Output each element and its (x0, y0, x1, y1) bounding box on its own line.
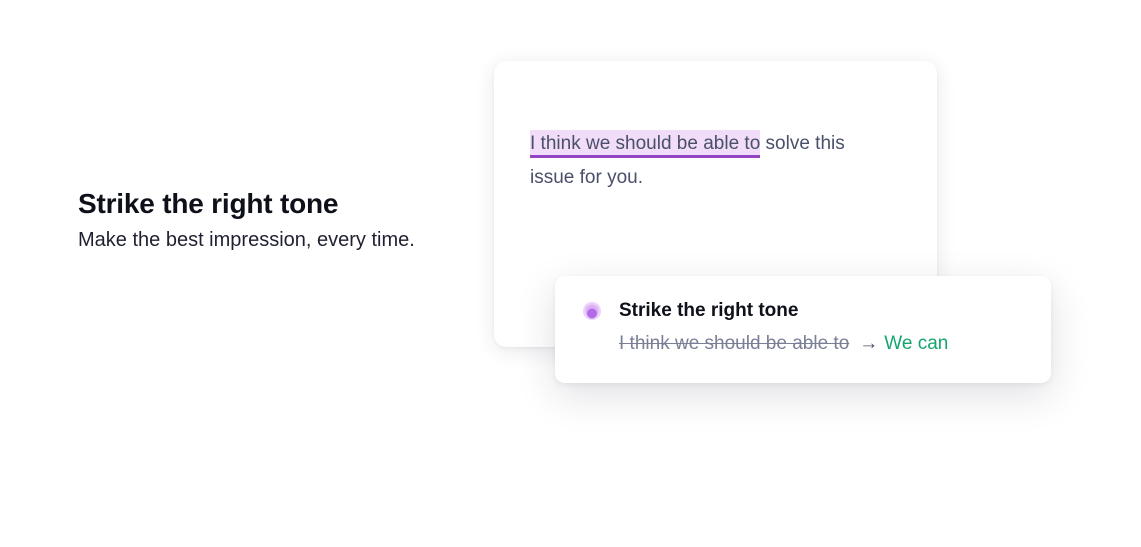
tone-icon (582, 301, 602, 321)
feature-intro: Strike the right tone Make the best impr… (78, 186, 418, 256)
feature-heading: Strike the right tone (78, 188, 339, 219)
suggestion-card[interactable]: Strike the right tone I think we should … (555, 276, 1051, 383)
feature-description: Make the best impression, every time. (78, 229, 415, 251)
editor-text[interactable]: I think we should be able to solve this … (530, 127, 890, 195)
suggestion-title: Strike the right tone (619, 300, 799, 321)
replacement-phrase[interactable]: We can (884, 333, 948, 354)
highlighted-phrase[interactable]: I think we should be able to (530, 130, 761, 158)
page: Strike the right tone Make the best impr… (0, 0, 1141, 547)
original-phrase: I think we should be able to (619, 333, 850, 354)
arrow-right-icon: → (859, 333, 879, 354)
suggestion-replacement[interactable]: I think we should be able to → We can (619, 331, 948, 357)
